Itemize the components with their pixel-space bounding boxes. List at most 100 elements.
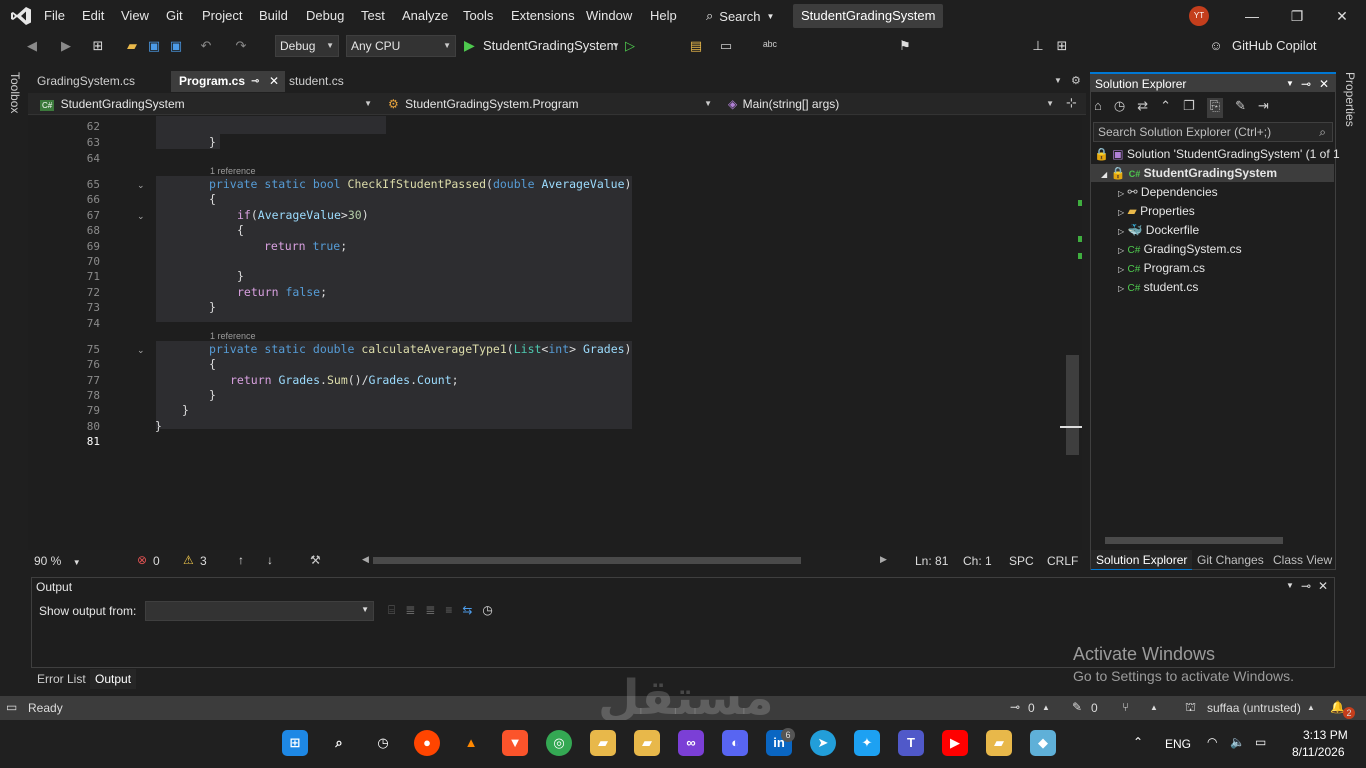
- pencil-icon[interactable]: ✎: [1072, 700, 1082, 714]
- hierarchy-icon[interactable]: ⊥: [1030, 38, 1046, 54]
- close-tab-icon[interactable]: ✕: [269, 71, 279, 92]
- chevron-down-icon[interactable]: ▼: [1286, 74, 1294, 94]
- bookmark-icon[interactable]: ⚑: [897, 38, 913, 54]
- next-message-icon[interactable]: ≣: [425, 603, 435, 618]
- menu-git[interactable]: Git: [166, 8, 183, 23]
- diagram-icon[interactable]: ⊞: [1054, 38, 1070, 54]
- menu-test[interactable]: Test: [361, 8, 385, 23]
- project-node[interactable]: ◢ 🔒 C# StudentGradingSystem: [1091, 164, 1334, 182]
- show-all-files-icon[interactable]: ⎘: [1206, 98, 1224, 118]
- new-project-icon[interactable]: ⊞: [90, 38, 106, 54]
- chevron-up-icon[interactable]: ⌃: [1133, 735, 1143, 749]
- restore-button[interactable]: ❐: [1277, 4, 1317, 28]
- commit-icon[interactable]: ⊸: [1010, 700, 1020, 714]
- zoom-combo[interactable]: 90 % ▼: [34, 554, 81, 568]
- history-icon[interactable]: ◷: [1114, 98, 1125, 118]
- scroll-right-icon[interactable]: ▶: [880, 554, 887, 565]
- tree-item-gradingsystem[interactable]: ▷ C# GradingSystem.cs: [1118, 240, 1242, 258]
- menu-window[interactable]: Window: [586, 8, 632, 23]
- preview-icon[interactable]: ⇥: [1258, 98, 1269, 118]
- chevron-up-icon[interactable]: ▲: [1307, 703, 1315, 712]
- run-target-button[interactable]: StudentGradingSystem: [483, 38, 617, 53]
- prev-message-icon[interactable]: ≣: [405, 603, 415, 618]
- output-source-select[interactable]: ▼: [145, 601, 374, 621]
- horizontal-scrollbar-thumb[interactable]: [373, 557, 801, 564]
- avatar[interactable]: YT: [1189, 6, 1209, 26]
- tab-student[interactable]: student.cs: [281, 71, 352, 92]
- minimize-button[interactable]: —: [1232, 4, 1272, 28]
- brave-icon[interactable]: ▼: [502, 730, 528, 756]
- menu-analyze[interactable]: Analyze: [402, 8, 448, 23]
- folder-icon[interactable]: ▰: [590, 730, 616, 756]
- teams-icon[interactable]: T: [898, 730, 924, 756]
- pin-icon[interactable]: ⊸: [1301, 579, 1311, 593]
- twitter-icon[interactable]: ✦: [854, 730, 880, 756]
- visual-studio-logo-icon[interactable]: [10, 6, 32, 26]
- find-icon[interactable]: ⌸: [388, 603, 395, 618]
- run-without-debug-icon[interactable]: ▷: [622, 38, 638, 54]
- tab-program[interactable]: Program.cs ⊸ ✕: [171, 71, 285, 92]
- word-wrap-icon[interactable]: ⇆: [462, 603, 472, 618]
- branch-icon[interactable]: ⑂: [1122, 700, 1129, 714]
- open-folder-icon[interactable]: ▰: [124, 38, 140, 54]
- github-copilot-button[interactable]: GitHub Copilot: [1232, 38, 1317, 53]
- code-lens-reference[interactable]: 1 reference: [210, 331, 256, 341]
- close-button[interactable]: ✕: [1322, 4, 1362, 28]
- youtube-icon[interactable]: ▶: [942, 730, 968, 756]
- spellcheck-icon[interactable]: ᵃᵇᶜ: [762, 38, 778, 54]
- volume-icon[interactable]: 🔈: [1230, 735, 1245, 749]
- folder-icon[interactable]: ▰: [634, 730, 660, 756]
- tree-item-properties[interactable]: ▷ ▰ Properties: [1118, 202, 1195, 220]
- discord-icon[interactable]: ◐: [722, 730, 748, 756]
- scroll-left-icon[interactable]: ◀: [362, 554, 369, 565]
- redo-icon[interactable]: ↷: [233, 38, 249, 54]
- wrench-icon[interactable]: ✎: [1235, 98, 1246, 118]
- tab-solution-explorer[interactable]: Solution Explorer: [1091, 550, 1193, 570]
- tab-error-list[interactable]: Error List: [32, 669, 91, 689]
- warning-icon[interactable]: ⚠: [183, 553, 194, 567]
- line-indicator[interactable]: Ln: 81: [915, 554, 948, 568]
- fold-chevron-icon[interactable]: ⌄: [137, 211, 145, 222]
- start-icon[interactable]: ⊞: [282, 730, 308, 756]
- menu-file[interactable]: File: [44, 8, 65, 23]
- brush-icon[interactable]: ⚒: [310, 553, 321, 567]
- eol-indicator[interactable]: CRLF: [1047, 554, 1078, 568]
- sync-icon[interactable]: ⇄: [1137, 98, 1148, 118]
- chevron-down-icon[interactable]: ▼: [1286, 581, 1294, 590]
- clock-time[interactable]: 3:13 PM: [1303, 728, 1348, 742]
- horizontal-scrollbar-thumb[interactable]: [1105, 537, 1283, 544]
- search-icon[interactable]: ⌕: [326, 730, 352, 756]
- layout-icon[interactable]: ▭: [718, 38, 734, 54]
- project-combo[interactable]: C# StudentGradingSystem ▼: [34, 94, 378, 114]
- tree-item-program[interactable]: ▷ C# Program.cs: [1118, 259, 1205, 277]
- file-explorer-icon[interactable]: ▰: [986, 730, 1012, 756]
- collapse-icon[interactable]: ⌃: [1160, 98, 1171, 118]
- scrollbar-thumb[interactable]: [1066, 355, 1079, 455]
- fold-chevron-icon[interactable]: ⌄: [137, 180, 145, 191]
- close-icon[interactable]: ✕: [1319, 74, 1329, 94]
- error-count[interactable]: 0: [153, 554, 160, 568]
- search-box[interactable]: ⌕ Search ▼: [700, 4, 782, 28]
- menu-debug[interactable]: Debug: [306, 8, 344, 23]
- code-lens-reference[interactable]: 1 reference: [210, 166, 256, 176]
- copilot-icon[interactable]: ☺: [1208, 38, 1224, 54]
- pin-icon[interactable]: ⊸: [1301, 74, 1311, 94]
- menu-project[interactable]: Project: [202, 8, 242, 23]
- chrome-icon[interactable]: ◎: [546, 730, 572, 756]
- edit-count[interactable]: 0: [1091, 701, 1098, 715]
- config-combo[interactable]: Debug ▼: [275, 35, 339, 57]
- tab-class-view[interactable]: Class View: [1268, 550, 1337, 570]
- clear-icon[interactable]: ≡: [445, 603, 452, 618]
- menu-view[interactable]: View: [121, 8, 149, 23]
- menu-build[interactable]: Build: [259, 8, 288, 23]
- visual-studio-icon[interactable]: ∞: [678, 730, 704, 756]
- battery-icon[interactable]: ▭: [1255, 735, 1266, 749]
- telegram-icon[interactable]: ➤: [810, 730, 836, 756]
- close-icon[interactable]: ✕: [1318, 579, 1328, 593]
- chevron-up-icon[interactable]: ▲: [1150, 703, 1158, 712]
- clock-date[interactable]: 8/11/2026: [1292, 745, 1345, 759]
- vertical-scrollbar[interactable]: [1064, 116, 1082, 550]
- solution-folder-icon[interactable]: ▤: [688, 38, 704, 54]
- properties-tab[interactable]: Properties: [1343, 72, 1357, 127]
- up-count[interactable]: 0: [1028, 701, 1035, 715]
